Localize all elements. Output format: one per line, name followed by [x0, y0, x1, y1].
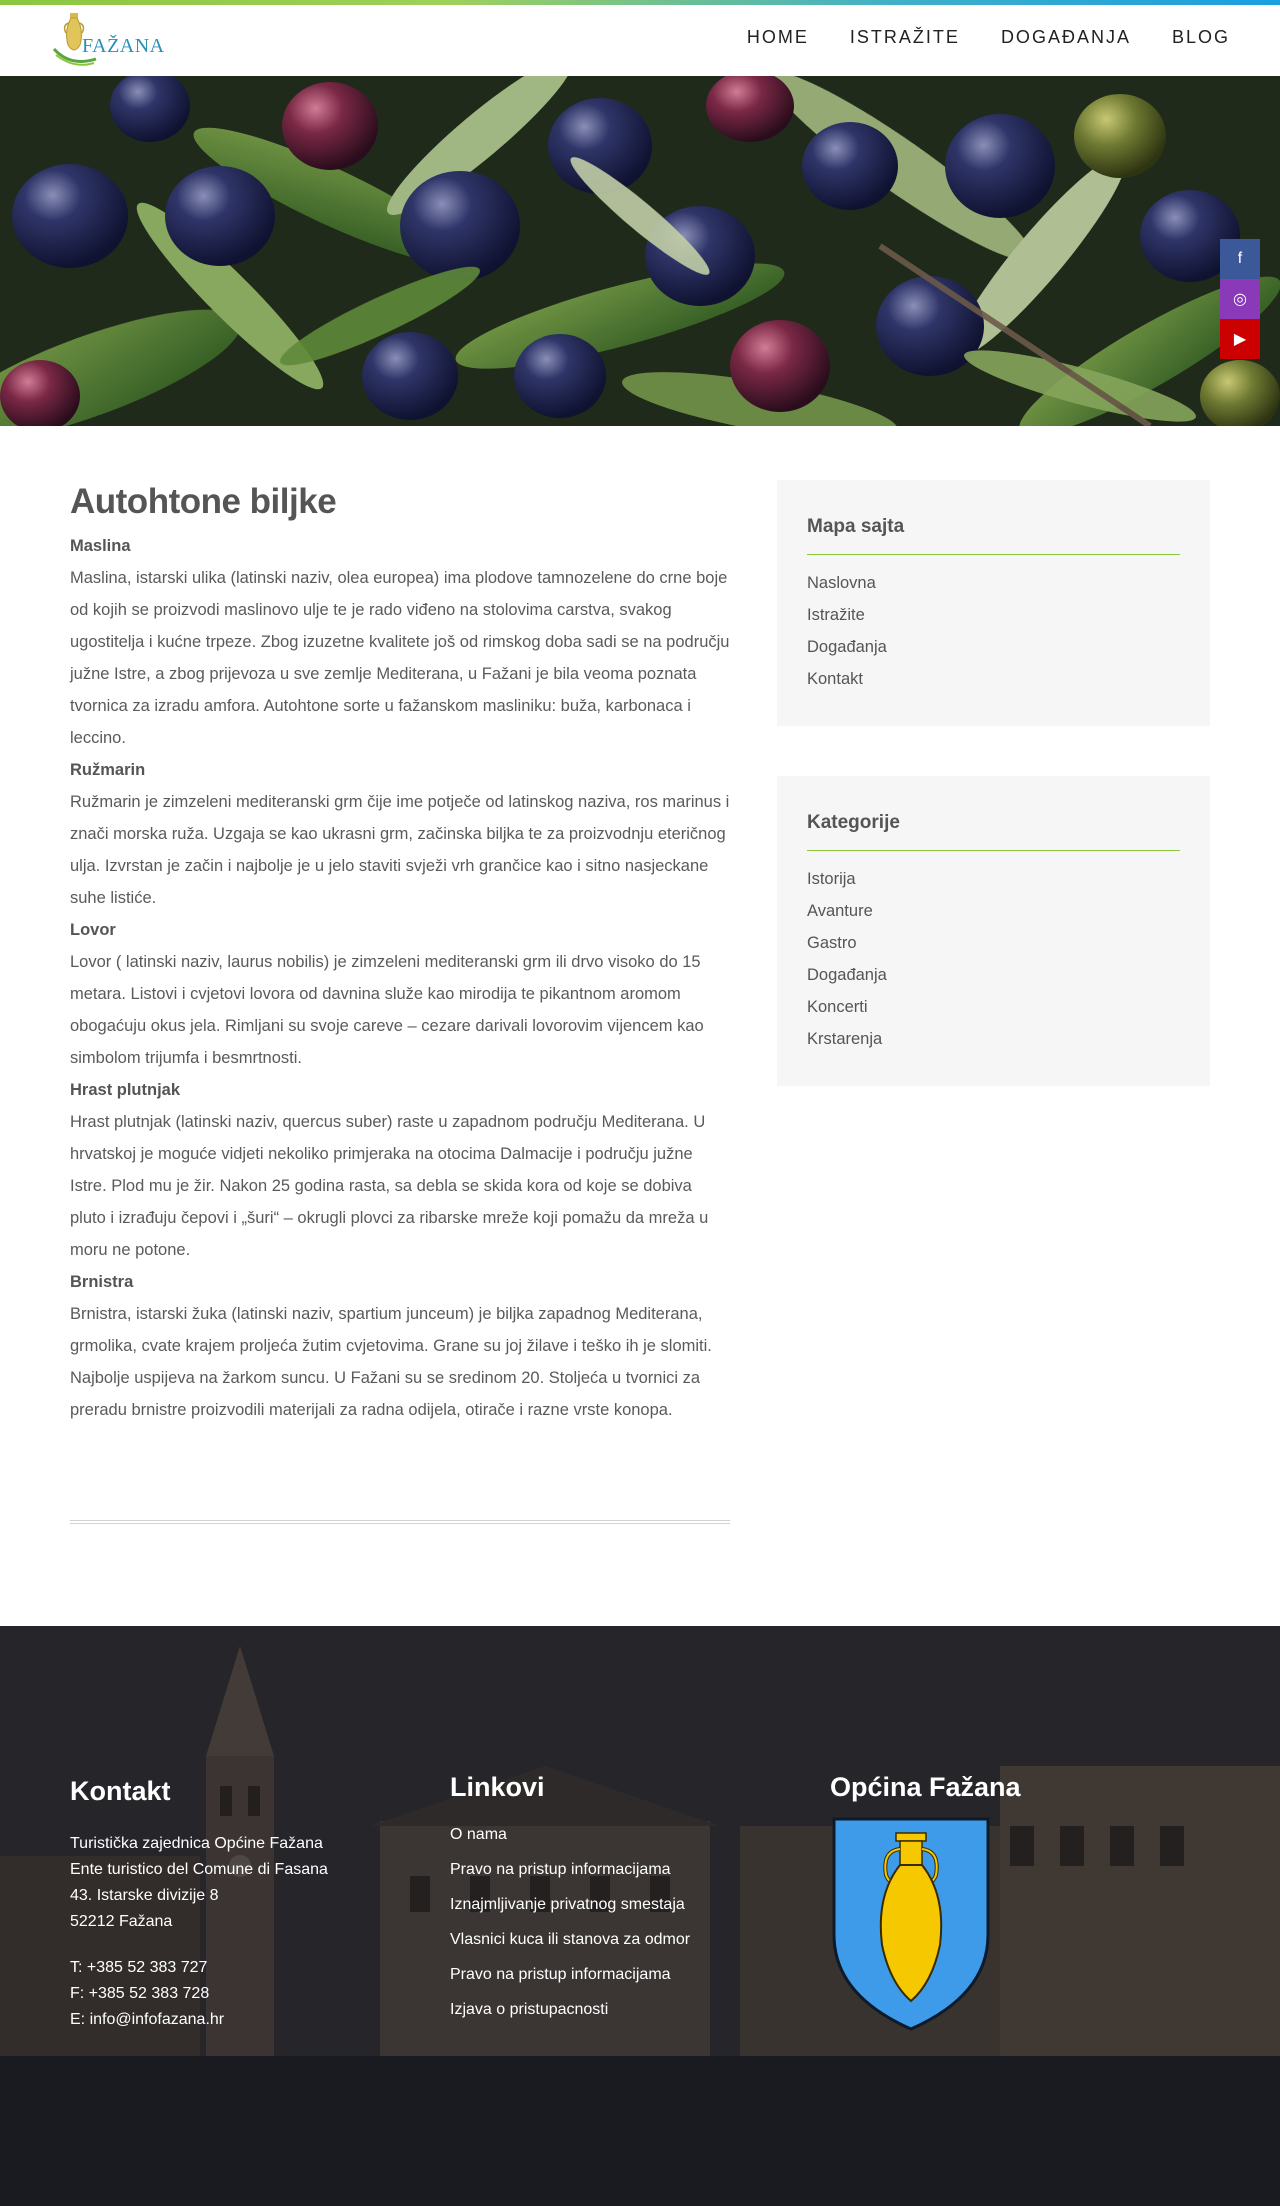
- footer-municipality-title: Općina Fažana: [830, 1772, 1021, 1802]
- section-heading-lovor: Lovor: [70, 921, 116, 939]
- category-item-krstarenja[interactable]: Krstarenja: [807, 1023, 1180, 1055]
- page-title: Autohtone biljke: [70, 482, 337, 521]
- youtube-icon[interactable]: ▶: [1220, 319, 1260, 359]
- footer-link[interactable]: Pravo na pristup informacijama: [450, 1957, 790, 1992]
- site-logo[interactable]: FAŽANA: [50, 9, 164, 71]
- categories-list: Istorija Avanture Gastro Događanja Konce…: [807, 863, 1180, 1055]
- site-footer: Kontakt Turistička zajednica Općine Faža…: [0, 1626, 1280, 2206]
- footer-link[interactable]: Iznajmljivanje privatnog smestaja: [450, 1887, 790, 1922]
- footer-link[interactable]: O nama: [450, 1817, 790, 1852]
- sitemap-item-kontakt[interactable]: Kontakt: [807, 663, 1180, 695]
- category-item-gastro[interactable]: Gastro: [807, 927, 1180, 959]
- footer-link[interactable]: Vlasnici kuca ili stanova za odmor: [450, 1922, 790, 1957]
- article-body: Maslina Maslina, istarski ulika (latinsk…: [70, 530, 730, 1426]
- section-text-hrast-plutnjak: Hrast plutnjak (latinski naziv, quercus …: [70, 1113, 709, 1259]
- footer-link[interactable]: Pravo na pristup informacijama: [450, 1852, 790, 1887]
- footer-contact: Kontakt Turistička zajednica Općine Faža…: [70, 1776, 410, 2033]
- hero-olive-image: [0, 76, 1280, 426]
- address-line: 43. Istarske divizije 8: [70, 1887, 219, 1904]
- section-heading-hrast-plutnjak: Hrast plutnjak: [70, 1081, 181, 1099]
- sitemap-item-naslovna[interactable]: Naslovna: [807, 567, 1180, 599]
- section-heading-maslina: Maslina: [70, 537, 131, 555]
- sitemap-list: Naslovna Istražite Događanja Kontakt: [807, 567, 1180, 695]
- olives-photo: [0, 76, 1280, 426]
- nav-istrazite[interactable]: ISTRAŽITE: [850, 27, 960, 48]
- categories-widget: Kategorije Istorija Avanture Gastro Doga…: [777, 776, 1210, 1086]
- facebook-icon[interactable]: f: [1220, 239, 1260, 279]
- footer-phones: T: +385 52 383 727 F: +385 52 383 728 E:…: [70, 1955, 410, 2033]
- footer-address: Turistička zajednica Općine Fažana Ente …: [70, 1831, 410, 1935]
- sitemap-title: Mapa sajta: [807, 516, 1180, 555]
- footer-links-title: Linkovi: [450, 1772, 545, 1802]
- fax-line: F: +385 52 383 728: [70, 1985, 210, 2002]
- section-text-lovor: Lovor ( latinski naziv, laurus nobilis) …: [70, 953, 704, 1067]
- sitemap-item-dogadanja[interactable]: Događanja: [807, 631, 1180, 663]
- phone-line: T: +385 52 383 727: [70, 1959, 208, 1976]
- category-item-avanture[interactable]: Avanture: [807, 895, 1180, 927]
- instagram-icon[interactable]: ◎: [1220, 279, 1260, 319]
- category-item-koncerti[interactable]: Koncerti: [807, 991, 1180, 1023]
- section-heading-ruzmarin: Ružmarin: [70, 761, 146, 779]
- logo-text: FAŽANA: [82, 35, 165, 57]
- email-line[interactable]: E: info@infofazana.hr: [70, 2007, 410, 2033]
- address-line: Ente turistico del Comune di Fasana: [70, 1861, 328, 1878]
- section-text-ruzmarin: Ružmarin je zimzeleni mediteranski grm č…: [70, 793, 730, 907]
- categories-title: Kategorije: [807, 812, 1180, 851]
- section-heading-brnistra: Brnistra: [70, 1273, 134, 1291]
- footer-links: Linkovi O nama Pravo na pristup informac…: [450, 1772, 790, 2027]
- article-content: Autohtone biljke Maslina Maslina, istars…: [70, 480, 730, 1426]
- coat-of-arms-icon: [832, 1817, 990, 2031]
- footer-contact-title: Kontakt: [70, 1776, 171, 1806]
- nav-dogadanja[interactable]: DOGAĐANJA: [1001, 27, 1131, 48]
- sitemap-widget: Mapa sajta Naslovna Istražite Događanja …: [777, 480, 1210, 726]
- nav-home[interactable]: HOME: [747, 27, 809, 48]
- footer-links-list: O nama Pravo na pristup informacijama Iz…: [450, 1817, 790, 2027]
- category-item-istorija[interactable]: Istorija: [807, 863, 1180, 895]
- footer-municipality: Općina Fažana: [830, 1772, 1170, 2038]
- category-item-dogadanja[interactable]: Događanja: [807, 959, 1180, 991]
- address-line: 52212 Fažana: [70, 1913, 173, 1930]
- article-divider: [70, 1520, 730, 1524]
- nav-blog[interactable]: BLOG: [1172, 27, 1230, 48]
- footer-link[interactable]: Izjava o pristupacnosti: [450, 1992, 790, 2027]
- site-header: FAŽANA HOME ISTRAŽITE DOGAĐANJA BLOG: [0, 5, 1280, 76]
- sitemap-item-istrazite[interactable]: Istražite: [807, 599, 1180, 631]
- section-text-maslina: Maslina, istarski ulika (latinski naziv,…: [70, 569, 730, 747]
- section-text-brnistra: Brnistra, istarski žuka (latinski naziv,…: [70, 1305, 712, 1419]
- main-navigation: HOME ISTRAŽITE DOGAĐANJA BLOG: [747, 27, 1230, 48]
- address-line: Turistička zajednica Općine Fažana: [70, 1835, 323, 1852]
